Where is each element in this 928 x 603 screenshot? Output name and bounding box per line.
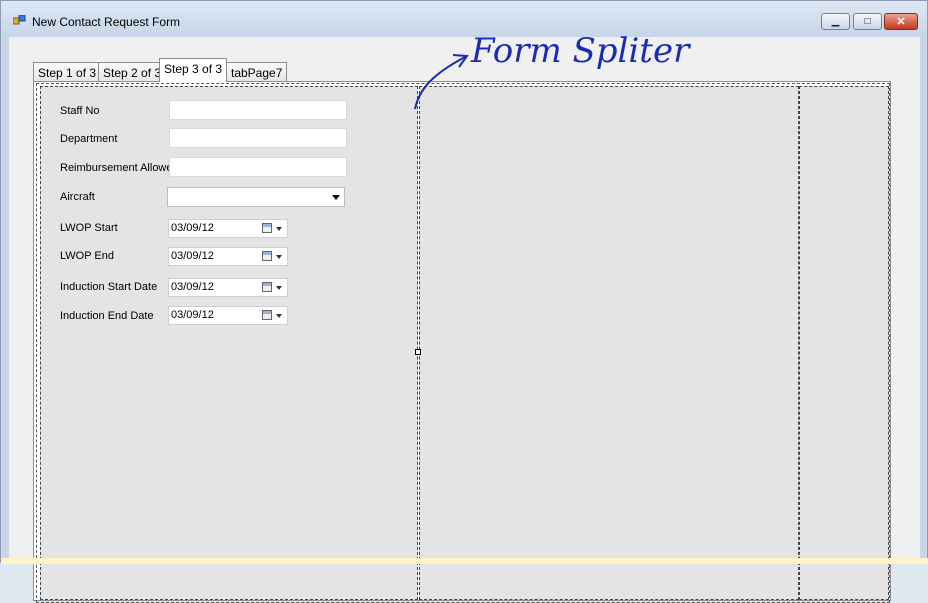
splitter-panel-far [799,86,889,600]
lwop-start-value: 03/09/12 [171,222,214,234]
induction-start-value: 03/09/12 [171,281,214,293]
dropdown-arrow-icon [276,227,282,231]
reimbursement-input[interactable] [169,157,347,177]
tab-step-1[interactable]: Step 1 of 3 [33,62,102,81]
department-input[interactable] [169,128,347,148]
induction-start-label: Induction Start Date [60,281,158,293]
annotation-arrow-icon [414,54,469,110]
tab-step-3[interactable]: Step 3 of 3 [159,58,228,82]
induction-end-value: 03/09/12 [171,309,214,321]
calendar-icon [262,223,272,233]
annotation-form-spliter: Form Spliter [471,31,690,71]
aircraft-select[interactable] [167,187,345,207]
minimize-button[interactable]: ▁ [821,13,850,30]
department-label: Department [60,133,118,145]
lwop-start-label: LWOP Start [60,222,118,234]
reimbursement-label: Reimbursement Allowe [60,162,173,174]
staff-no-label: Staff No [60,105,100,117]
aircraft-label: Aircraft [60,191,95,203]
lwop-start-datepicker[interactable]: 03/09/12 [168,219,288,238]
tab-page7[interactable]: tabPage7 [226,62,288,81]
app-icon [13,15,26,25]
staff-no-input[interactable] [169,100,347,120]
induction-start-datepicker[interactable]: 03/09/12 [168,278,288,297]
bottom-strip [1,558,928,564]
dropdown-arrow-icon [276,255,282,259]
tab-step-2[interactable]: Step 2 of 3 [98,62,167,81]
maximize-icon: □ [864,16,871,27]
title-bar[interactable]: New Contact Request Form ▁ □ ✕ [1,1,927,37]
induction-end-label: Induction End Date [60,310,154,322]
minimize-icon: ▁ [831,16,840,27]
window-title: New Contact Request Form [32,15,181,29]
calendar-icon [262,251,272,261]
lwop-end-value: 03/09/12 [171,250,214,262]
form-client-area: Step 1 of 3 Step 2 of 3 Step 3 of 3 tabP… [9,37,920,603]
calendar-icon [262,282,272,292]
splitter-panel-right [419,86,799,600]
lwop-end-label: LWOP End [60,250,115,262]
app-window: New Contact Request Form ▁ □ ✕ Step 1 of… [0,0,928,603]
dropdown-arrow-icon [276,286,282,290]
dropdown-arrow-icon [276,314,282,318]
close-icon: ✕ [896,16,906,28]
close-button[interactable]: ✕ [884,13,918,30]
calendar-icon [262,310,272,320]
induction-end-datepicker[interactable]: 03/09/12 [168,306,288,325]
maximize-button[interactable]: □ [853,13,882,30]
dropdown-arrow-icon [332,195,340,200]
splitter-handle[interactable] [415,349,421,355]
lwop-end-datepicker[interactable]: 03/09/12 [168,247,288,266]
